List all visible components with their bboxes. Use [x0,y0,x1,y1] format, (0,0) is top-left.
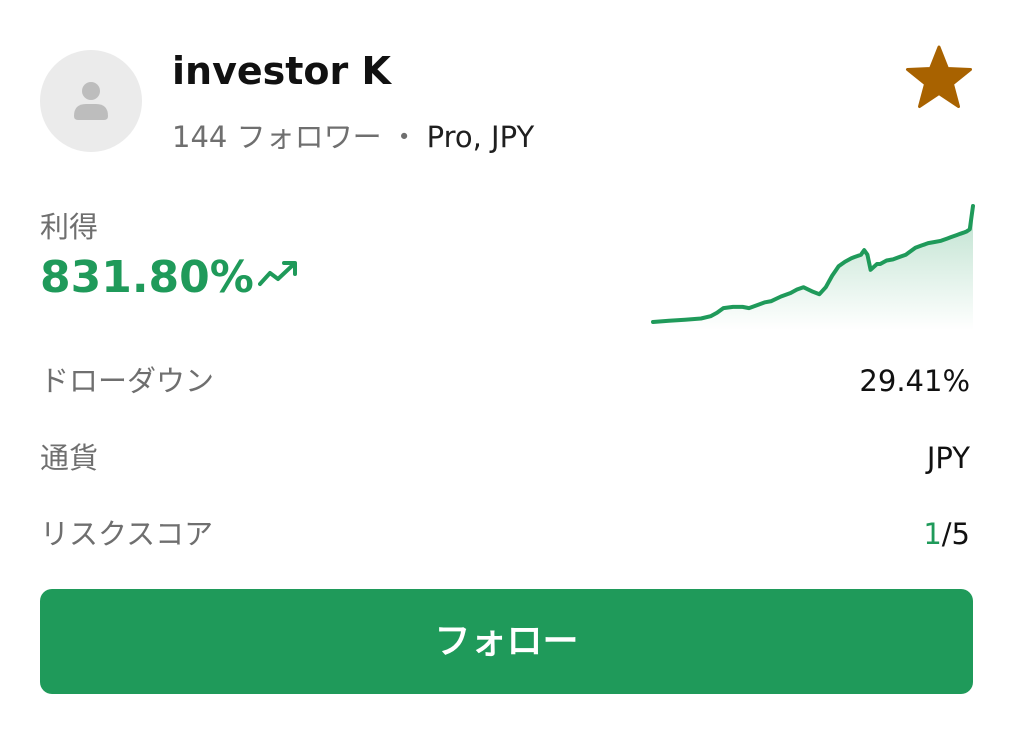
trader-name[interactable]: investor K [172,48,391,94]
stat-label: 通貨 [40,441,99,475]
follower-count: 144 フォロワー [172,120,382,154]
profit-sparkline [651,204,975,330]
trader-meta: 144 フォロワー・ Pro, JPY [172,118,534,156]
stat-label: リスクスコア [40,517,214,551]
stat-row-risk-score: リスクスコア 1/5 [40,514,970,554]
stat-label: ドローダウン [40,364,215,398]
account-plan: Pro, JPY [426,120,535,154]
stat-row-drawdown: ドローダウン 29.41% [40,361,970,401]
follow-button[interactable]: フォロー [40,589,973,694]
user-icon [74,82,108,120]
stat-value: 29.41% [859,364,970,398]
meta-separator: ・ [389,120,419,154]
stat-value: JPY [926,441,970,475]
star-icon[interactable] [904,44,974,112]
sparkline-area [653,206,973,330]
trader-card: investor K 144 フォロワー・ Pro, JPY 利得 831.80%… [0,0,1012,729]
profit-value: 831.80% [40,252,254,303]
stat-row-currency: 通貨 JPY [40,438,970,478]
profit-label: 利得 [40,210,99,244]
avatar[interactable] [40,50,142,152]
risk-score-max: /5 [941,517,970,551]
risk-score-current: 1 [923,517,942,551]
trending-up-icon [258,261,297,286]
risk-score-value: 1/5 [923,514,970,554]
